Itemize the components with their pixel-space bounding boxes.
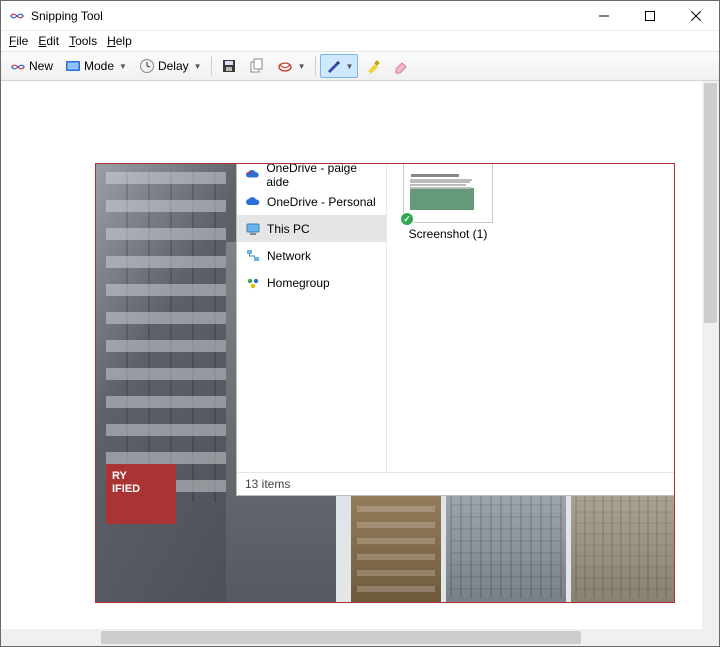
menu-edit[interactable]: Edit [33, 33, 64, 49]
nav-homegroup[interactable]: Homegroup [237, 269, 386, 296]
file-label: Screenshot (1) [409, 227, 488, 241]
explorer-nav-pane: OneDrive - paige aide OneDrive - Persona… [237, 163, 387, 472]
scroll-thumb[interactable] [101, 631, 581, 644]
scroll-corner [702, 629, 719, 646]
nav-label: OneDrive - Personal [267, 195, 376, 209]
pen-button[interactable]: ▼ [320, 54, 359, 78]
send-button[interactable]: ▼ [272, 54, 311, 78]
explorer-files-pane[interactable]: Screenshot (1) [387, 163, 675, 472]
billboard-sign: RY IFIED [106, 464, 176, 524]
horizontal-scrollbar[interactable] [1, 629, 702, 646]
sync-ok-icon [400, 212, 414, 226]
scroll-thumb[interactable] [704, 83, 717, 323]
clock-icon [139, 58, 155, 74]
delay-label: Delay [158, 59, 189, 73]
pen-icon [325, 58, 341, 74]
titlebar: Snipping Tool [1, 1, 719, 31]
canvas-area: RY IFIED OneDrive - paige aide OneDrive … [1, 81, 719, 646]
cloud-icon [245, 167, 260, 183]
chevron-down-icon: ▼ [346, 62, 354, 71]
mode-label: Mode [84, 59, 114, 73]
nav-label: This PC [267, 222, 310, 236]
minimize-button[interactable] [581, 1, 627, 31]
separator [315, 56, 316, 76]
copy-icon [249, 58, 265, 74]
vertical-scrollbar[interactable] [702, 81, 719, 629]
nav-label: Network [267, 249, 311, 263]
nav-this-pc[interactable]: This PC [237, 215, 386, 242]
status-text: 13 items [245, 477, 290, 491]
delay-button[interactable]: Delay ▼ [134, 54, 207, 78]
file-thumbnail [403, 163, 493, 223]
window-title: Snipping Tool [31, 9, 581, 23]
menu-tools[interactable]: Tools [64, 33, 102, 49]
app-icon [9, 8, 25, 24]
copy-button[interactable] [244, 54, 270, 78]
highlighter-button[interactable] [360, 54, 386, 78]
nav-network[interactable]: Network [237, 242, 386, 269]
menubar: File Edit Tools Help [1, 31, 719, 51]
maximize-button[interactable] [627, 1, 673, 31]
nav-label: Homegroup [267, 276, 330, 290]
nav-label: OneDrive - paige aide [266, 163, 378, 189]
mode-button[interactable]: Mode ▼ [60, 54, 132, 78]
cloud-icon [245, 194, 261, 210]
file-item[interactable]: Screenshot (1) [393, 163, 503, 241]
menu-help[interactable]: Help [102, 33, 137, 49]
window-controls [581, 1, 719, 31]
new-button[interactable]: New [5, 54, 58, 78]
captured-snip: RY IFIED OneDrive - paige aide OneDrive … [95, 163, 675, 603]
explorer-window: OneDrive - paige aide OneDrive - Persona… [236, 163, 675, 496]
chevron-down-icon: ▼ [298, 62, 306, 71]
chevron-down-icon: ▼ [194, 62, 202, 71]
mail-icon [277, 58, 293, 74]
close-button[interactable] [673, 1, 719, 31]
separator [211, 56, 212, 76]
save-button[interactable] [216, 54, 242, 78]
save-icon [221, 58, 237, 74]
new-label: New [29, 59, 53, 73]
scissors-icon [10, 58, 26, 74]
explorer-status-bar: 13 items [237, 472, 675, 495]
app-window: Snipping Tool File Edit Tools Help New M… [0, 0, 720, 647]
nav-onedrive-personal[interactable]: OneDrive - Personal [237, 188, 386, 215]
nav-onedrive-work[interactable]: OneDrive - paige aide [237, 163, 386, 188]
eraser-button[interactable] [388, 54, 414, 78]
chevron-down-icon: ▼ [119, 62, 127, 71]
pc-icon [245, 221, 261, 237]
highlighter-icon [365, 58, 381, 74]
menu-file[interactable]: File [4, 33, 33, 49]
homegroup-icon [245, 275, 261, 291]
toolbar: New Mode ▼ Delay ▼ ▼ ▼ [1, 51, 719, 81]
eraser-icon [393, 58, 409, 74]
mode-icon [65, 58, 81, 74]
network-icon [245, 248, 261, 264]
